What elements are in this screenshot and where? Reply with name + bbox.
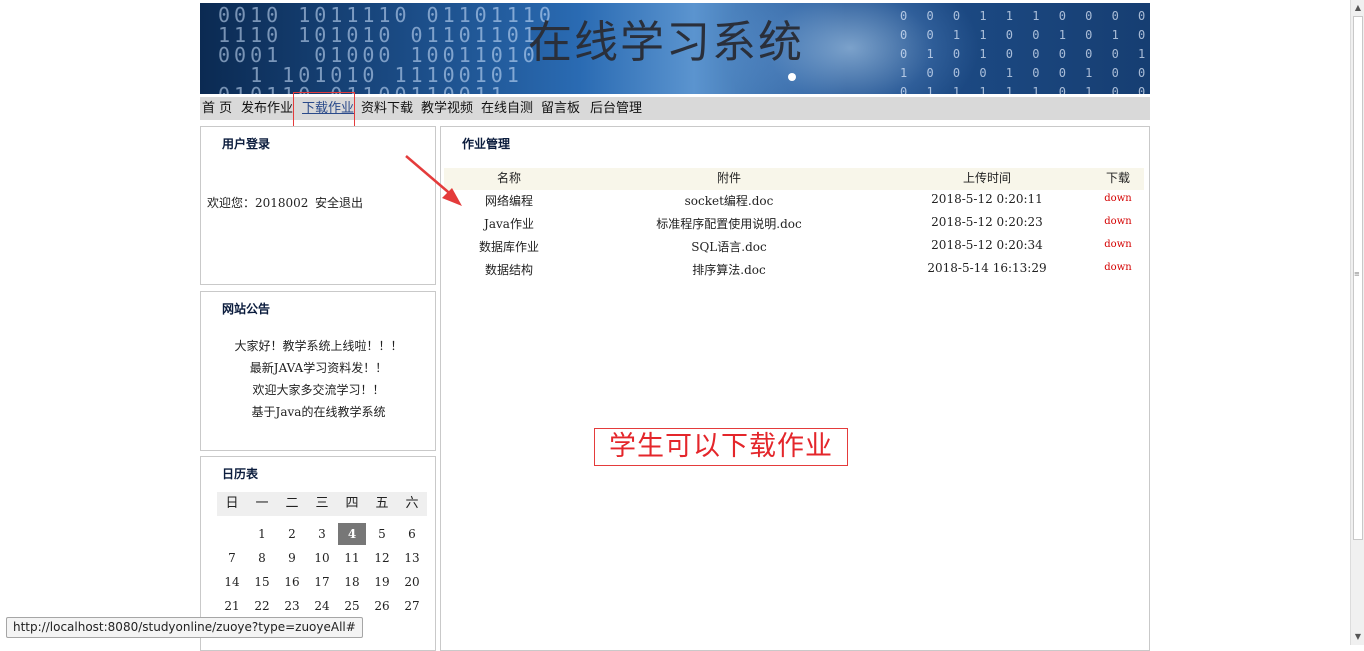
notice-panel: 网站公告 大家好！教学系统上线啦！！！ 最新JAVA学习资料发！！ 欢迎大家多交… xyxy=(200,291,436,451)
annotation-arrow-icon xyxy=(405,155,462,206)
homework-download-link[interactable]: down xyxy=(1092,239,1144,250)
scroll-down-icon[interactable]: ▼ xyxy=(1351,629,1364,645)
nav-publish-homework[interactable]: 发布作业 xyxy=(241,97,293,120)
site-banner: 0010 1011110 01101110 1110 101010 011011… xyxy=(200,3,1150,94)
logout-link[interactable]: 安全退出 xyxy=(315,194,363,211)
calendar-day[interactable]: 6 xyxy=(397,522,427,546)
weekday-sat: 六 xyxy=(397,492,427,516)
nav-home[interactable]: 首 页 xyxy=(202,97,232,120)
calendar-day[interactable]: 10 xyxy=(307,546,337,570)
calendar-day[interactable]: 20 xyxy=(397,570,427,594)
calendar-day[interactable]: 1 xyxy=(247,522,277,546)
calendar-day[interactable]: 14 xyxy=(217,570,247,594)
notice-item[interactable]: 大家好！教学系统上线啦！！！ xyxy=(201,337,436,354)
notice-item[interactable]: 基于Java的在线教学系统 xyxy=(201,403,436,420)
calendar-day[interactable]: 13 xyxy=(397,546,427,570)
calendar-day[interactable]: 12 xyxy=(367,546,397,570)
banner-light-dot xyxy=(788,73,796,81)
homework-time: 2018-5-12 0:20:34 xyxy=(931,238,1043,252)
calendar-day[interactable]: 8 xyxy=(247,546,277,570)
scrollbar-grip-icon: ≡ xyxy=(1354,270,1360,278)
nav-materials-download[interactable]: 资料下载 xyxy=(361,97,413,120)
weekday-fri: 五 xyxy=(367,492,397,516)
calendar-day[interactable]: 22 xyxy=(247,594,277,618)
header-download: 下载 xyxy=(1105,171,1130,185)
homework-name: 数据结构 xyxy=(484,263,533,277)
calendar-day[interactable]: 25 xyxy=(337,594,367,618)
notice-item[interactable]: 欢迎大家多交流学习！！ xyxy=(201,381,436,398)
calendar-day[interactable]: 27 xyxy=(397,594,427,618)
homework-name: Java作业 xyxy=(484,217,534,231)
homework-file: 排序算法.doc xyxy=(692,263,766,277)
scrollbar-thumb[interactable] xyxy=(1353,16,1363,540)
homework-download-link[interactable]: down xyxy=(1092,193,1144,204)
annotation-callout: 学生可以下载作业 xyxy=(594,428,848,466)
calendar-day xyxy=(217,522,247,546)
homework-time: 2018-5-12 0:20:23 xyxy=(931,215,1043,229)
calendar-day[interactable]: 19 xyxy=(367,570,397,594)
weekday-mon: 一 xyxy=(247,492,277,516)
calendar-day[interactable]: 2 xyxy=(277,522,307,546)
calendar-day[interactable]: 16 xyxy=(277,570,307,594)
calendar-day[interactable]: 21 xyxy=(217,594,247,618)
welcome-text: 欢迎您：2018002 xyxy=(207,196,309,210)
weekday-wed: 三 xyxy=(307,492,337,516)
page-scrollbar[interactable]: ▲ ≡ ▼ xyxy=(1350,0,1364,645)
nav-message-board[interactable]: 留言板 xyxy=(541,97,580,120)
scroll-up-icon[interactable]: ▲ xyxy=(1351,0,1364,16)
homework-time: 2018-5-12 0:20:11 xyxy=(931,192,1043,206)
weekday-thu: 四 xyxy=(337,492,367,516)
weekday-sun: 日 xyxy=(217,492,247,516)
site-title: 在线学习系统 xyxy=(528,17,804,68)
homework-file: 标准程序配置使用说明.doc xyxy=(656,217,802,231)
notice-panel-title: 网站公告 xyxy=(222,302,271,316)
notice-item[interactable]: 最新JAVA学习资料发！！ xyxy=(201,359,436,376)
calendar-day[interactable]: 9 xyxy=(277,546,307,570)
login-panel-title: 用户登录 xyxy=(222,137,271,151)
calendar-day[interactable]: 18 xyxy=(337,570,367,594)
nav-admin[interactable]: 后台管理 xyxy=(590,97,642,120)
calendar-panel-title: 日历表 xyxy=(222,467,259,481)
calendar-day[interactable]: 26 xyxy=(367,594,397,618)
calendar-day[interactable]: 5 xyxy=(367,522,397,546)
weekday-tue: 二 xyxy=(277,492,307,516)
calendar-day[interactable]: 3 xyxy=(307,522,337,546)
homework-download-link[interactable]: down xyxy=(1092,216,1144,227)
homework-file: SQL语言.doc xyxy=(691,240,767,254)
nav-online-test[interactable]: 在线自测 xyxy=(481,97,533,120)
calendar-day[interactable]: 17 xyxy=(307,570,337,594)
calendar-day[interactable]: 15 xyxy=(247,570,277,594)
calendar-day-today[interactable]: 4 xyxy=(338,523,366,545)
calendar-day[interactable]: 23 xyxy=(277,594,307,618)
header-attachment: 附件 xyxy=(716,171,741,185)
calendar-day[interactable]: 11 xyxy=(337,546,367,570)
status-bar-url: http://localhost:8080/studyonline/zuoye?… xyxy=(6,617,363,638)
homework-name: 数据库作业 xyxy=(478,240,539,254)
homework-time: 2018-5-14 16:13:29 xyxy=(927,261,1047,275)
calendar-day[interactable]: 7 xyxy=(217,546,247,570)
nav-teaching-videos[interactable]: 教学视频 xyxy=(421,97,473,120)
homework-download-link[interactable]: down xyxy=(1092,262,1144,273)
nav-highlight-box xyxy=(293,92,355,128)
calendar-day[interactable]: 24 xyxy=(307,594,337,618)
header-upload-time: 上传时间 xyxy=(962,171,1011,185)
homework-file: socket编程.doc xyxy=(684,194,774,208)
